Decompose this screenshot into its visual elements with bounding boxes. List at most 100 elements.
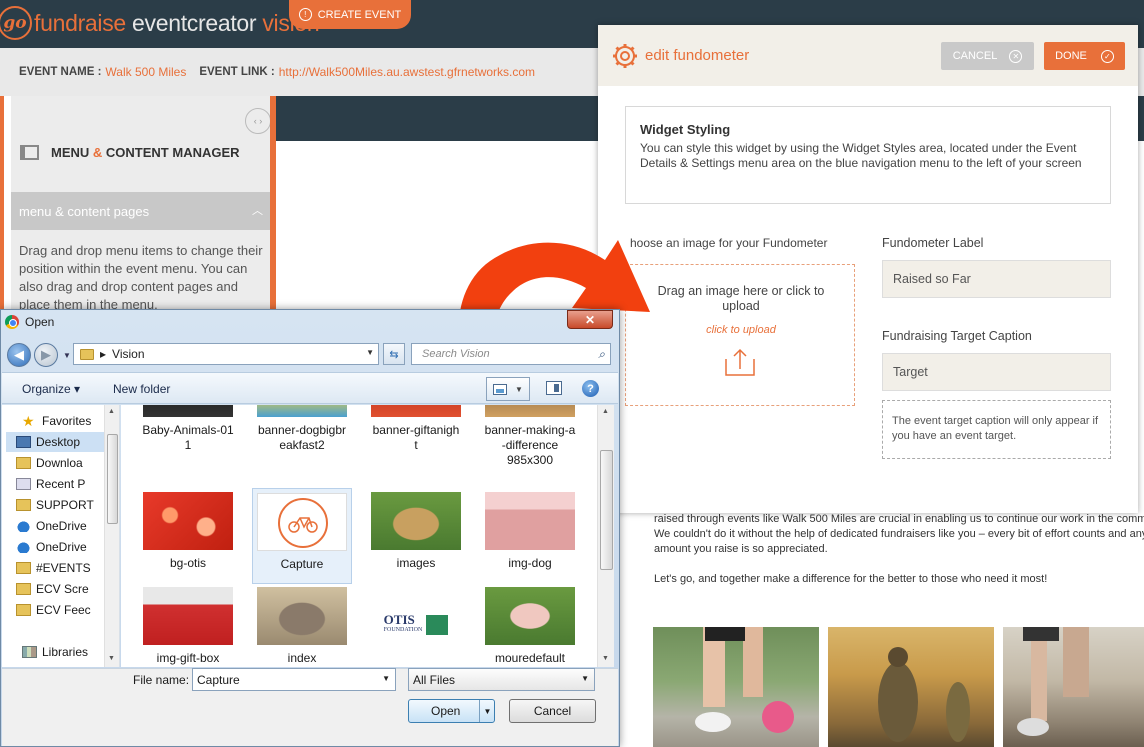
fundometer-label-input[interactable]: Raised so Far <box>882 260 1111 298</box>
chevron-down-icon[interactable]: ▼ <box>382 674 390 683</box>
scroll-down-icon[interactable]: ▼ <box>602 655 609 662</box>
nav-item-label: #EVENTS <box>36 561 91 575</box>
create-event-button[interactable]: ! CREATE EVENT <box>289 0 411 29</box>
open-button[interactable]: Open ▼ <box>408 699 495 723</box>
file-scrollbar[interactable]: ▲ ▼ <box>597 405 614 667</box>
chevron-down-icon: ▼ <box>581 674 589 683</box>
change-view-button[interactable]: ▼ <box>486 377 530 401</box>
scroll-down-icon[interactable]: ▼ <box>108 655 115 662</box>
logo-text: fundraise eventcreator vision™ <box>34 10 329 37</box>
section-header-menu-content-pages[interactable]: menu & content pages ︿ <box>11 192 275 230</box>
file-name: Capture <box>280 557 324 571</box>
file-name: images <box>396 556 436 570</box>
nav-item-label: ECV Feec <box>36 603 91 617</box>
file-type-select[interactable]: All Files ▼ <box>408 668 595 691</box>
preview-pane-icon[interactable] <box>546 381 562 395</box>
nav-item[interactable]: Recent P <box>16 477 106 491</box>
nav-item[interactable]: #EVENTS <box>16 561 106 575</box>
address-dropdown-icon[interactable]: ▼ <box>366 348 374 357</box>
file-item[interactable]: img-dog <box>480 488 580 584</box>
file-item[interactable]: OTISFOUNDATIONlogo-otis <box>366 583 466 667</box>
nav-item[interactable]: OneDrive <box>16 540 106 554</box>
dialog-cancel-button[interactable]: Cancel <box>509 699 596 723</box>
recent-locations-dropdown[interactable]: ▼ <box>63 351 71 360</box>
folder-icon <box>16 457 31 469</box>
dialog-title: Open <box>25 315 55 329</box>
breadcrumb-vision[interactable]: Vision <box>112 347 144 361</box>
nav-item[interactable]: ★ Favorites <box>22 414 112 428</box>
file-scroll-thumb[interactable] <box>600 450 613 570</box>
search-input[interactable]: Search Vision ⌕ <box>411 343 611 365</box>
nav-item[interactable]: Desktop <box>6 432 104 452</box>
forward-button[interactable]: ▶ <box>34 343 58 367</box>
target-caption-input[interactable]: Target <box>882 353 1111 391</box>
image-drop-zone[interactable]: Drag an image here or click to upload cl… <box>625 264 855 406</box>
nav-item[interactable]: ECV Feec <box>16 603 106 617</box>
upload-icon <box>725 348 755 376</box>
nav-item[interactable]: Downloa <box>16 456 106 470</box>
organize-menu[interactable]: Organize ▾ <box>22 382 80 396</box>
nav-item[interactable]: ECV Scre <box>16 582 106 596</box>
click-to-upload-link[interactable]: click to upload <box>626 324 856 336</box>
help-icon[interactable]: ? <box>582 380 599 397</box>
collapse-panel-button[interactable]: ‹ › <box>245 108 271 134</box>
menu-content-panel: ‹ › MENU & CONTENT MANAGER menu & conten… <box>11 96 275 326</box>
sidebar-accent-edge <box>0 96 4 336</box>
libraries-icon <box>22 646 37 658</box>
open-options-dropdown[interactable]: ▼ <box>479 700 495 722</box>
done-button[interactable]: DONE ✓ <box>1044 42 1125 70</box>
nav-item-label: Libraries <box>42 645 89 659</box>
photo-strip <box>653 627 1144 747</box>
file-item[interactable]: banner-dogbigbr eakfast2 <box>252 405 352 471</box>
file-thumbnail <box>485 405 575 417</box>
file-type-value: All Files <box>413 672 456 687</box>
file-item[interactable]: banner-making-a -difference 985x300 <box>480 405 580 471</box>
nav-scroll-thumb[interactable] <box>107 434 118 524</box>
close-icon: ✕ <box>1009 49 1023 63</box>
file-item[interactable]: mouredefault <box>480 583 580 667</box>
nav-item[interactable]: OneDrive <box>16 519 106 533</box>
file-item[interactable]: bg-otis <box>138 488 238 584</box>
folder-icon <box>80 348 94 360</box>
file-item[interactable]: Baby-Animals-01 1 <box>138 405 238 471</box>
view-dropdown-icon: ▼ <box>515 384 523 394</box>
panel-title-content-manager: CONTENT MANAGER <box>105 145 240 160</box>
new-folder-button[interactable]: New folder <box>113 382 170 396</box>
cancel-button[interactable]: CANCEL ✕ <box>941 42 1034 70</box>
file-item[interactable]: banner-giftanigh t <box>366 405 466 471</box>
file-item[interactable]: images <box>366 488 466 584</box>
dialog-close-button[interactable]: ✕ <box>567 310 613 329</box>
refresh-button[interactable]: ⇆ <box>383 343 405 365</box>
runners-road-graphic <box>1017 627 1089 736</box>
otis-logo-sub: FOUNDATION <box>383 627 423 633</box>
runners-sunset-graphic <box>878 647 970 742</box>
nav-item[interactable]: Libraries <box>22 645 112 659</box>
panel-title: MENU & CONTENT MANAGER <box>20 145 240 160</box>
nav-scrollbar[interactable]: ▲ ▼ <box>104 405 119 667</box>
file-thumbnail <box>257 493 347 551</box>
scroll-up-icon[interactable]: ▲ <box>108 408 115 415</box>
info-icon: ! <box>298 8 312 21</box>
event-name-label: EVENT NAME : <box>19 66 102 78</box>
modal-title: edit fundometer <box>645 47 750 64</box>
event-link-label: EVENT LINK : <box>199 66 275 78</box>
event-link-value[interactable]: http://Walk500Miles.au.awstest.gfrnetwor… <box>279 65 535 79</box>
body-p1-line3: amount you raise is so appreciated. <box>654 543 828 555</box>
file-name: img-gift-box <box>156 651 220 665</box>
nav-item[interactable]: SUPPORT <box>16 498 106 512</box>
file-name: img-dog <box>508 556 552 570</box>
filename-input[interactable]: Capture ▼ <box>192 668 396 691</box>
nav-item-label: Recent P <box>36 477 86 491</box>
section-header-label: menu & content pages <box>19 203 150 219</box>
file-item[interactable]: index <box>252 583 352 667</box>
app-logo[interactable]: go fundraise eventcreator vision™ <box>0 5 329 41</box>
scroll-up-icon[interactable]: ▲ <box>602 408 609 415</box>
open-label: Open <box>431 704 461 718</box>
view-icon <box>493 383 507 395</box>
address-bar[interactable]: ▸ Vision ▼ <box>73 343 379 365</box>
menu-layout-icon <box>20 145 39 160</box>
file-item[interactable]: img-gift-box <box>138 583 238 667</box>
folder-icon <box>16 583 31 595</box>
back-button[interactable]: ◀ <box>7 343 31 367</box>
file-item[interactable]: Capture <box>252 488 352 584</box>
